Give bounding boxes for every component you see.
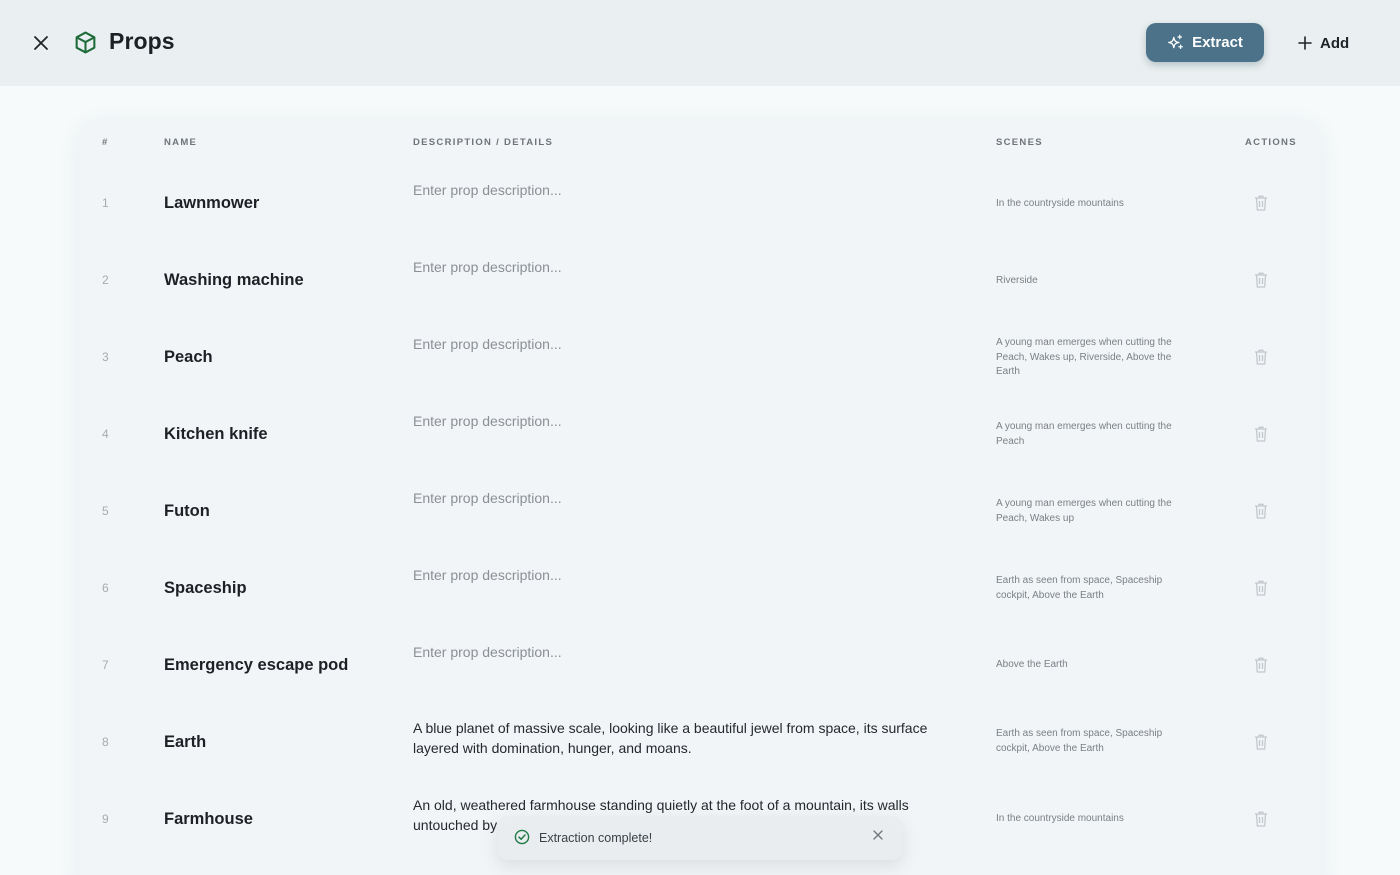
prop-scenes: Riverside bbox=[996, 275, 1038, 286]
table-row: 8 Earth A blue planet of massive scale, … bbox=[79, 704, 1321, 781]
prop-name[interactable]: Farmhouse bbox=[164, 810, 253, 829]
row-number: 1 bbox=[102, 196, 109, 210]
prop-description-input[interactable]: Enter prop description... bbox=[413, 412, 953, 432]
extraction-toast: Extraction complete! bbox=[498, 816, 902, 860]
trash-icon[interactable] bbox=[1253, 425, 1269, 443]
close-button[interactable] bbox=[28, 30, 54, 56]
trash-icon[interactable] bbox=[1253, 656, 1269, 674]
prop-name[interactable]: Earth bbox=[164, 733, 206, 752]
prop-description-input[interactable]: Enter prop description... bbox=[413, 181, 953, 201]
extract-label: Extract bbox=[1192, 34, 1243, 51]
column-header-name: NAME bbox=[164, 137, 198, 148]
table-row: 4 Kitchen knife Enter prop description..… bbox=[79, 396, 1321, 473]
prop-name[interactable]: Spaceship bbox=[164, 579, 247, 598]
row-number: 7 bbox=[102, 658, 109, 672]
trash-icon[interactable] bbox=[1253, 810, 1269, 828]
prop-scenes: In the countryside mountains bbox=[996, 198, 1124, 209]
check-circle-icon bbox=[514, 829, 530, 845]
column-header-actions: ACTIONS bbox=[1245, 137, 1297, 148]
prop-scenes: A young man emerges when cutting the Pea… bbox=[996, 337, 1172, 377]
row-number: 4 bbox=[102, 427, 109, 441]
add-button[interactable]: Add bbox=[1298, 28, 1349, 58]
trash-icon[interactable] bbox=[1253, 271, 1269, 289]
row-number: 5 bbox=[102, 504, 109, 518]
table-row: 3 Peach Enter prop description... A youn… bbox=[79, 319, 1321, 396]
column-header-description: DESCRIPTION / DETAILS bbox=[413, 137, 554, 148]
column-header-scenes: SCENES bbox=[996, 137, 1043, 148]
row-number: 3 bbox=[102, 350, 109, 364]
column-header-number: # bbox=[102, 137, 109, 148]
table-row: 2 Washing machine Enter prop description… bbox=[79, 242, 1321, 319]
add-label: Add bbox=[1320, 34, 1350, 52]
prop-description-input[interactable]: Enter prop description... bbox=[413, 643, 953, 663]
prop-scenes: A young man emerges when cutting the Pea… bbox=[996, 498, 1172, 524]
trash-icon[interactable] bbox=[1253, 579, 1269, 597]
table-row: 7 Emergency escape pod Enter prop descri… bbox=[79, 627, 1321, 704]
row-number: 6 bbox=[102, 581, 109, 595]
prop-description-input[interactable]: Enter prop description... bbox=[413, 566, 953, 586]
box-icon bbox=[75, 31, 96, 54]
prop-scenes: A young man emerges when cutting the Pea… bbox=[996, 421, 1172, 447]
prop-name[interactable]: Lawnmower bbox=[164, 194, 259, 213]
table-row: 1 Lawnmower Enter prop description... In… bbox=[79, 165, 1321, 242]
row-number: 2 bbox=[102, 273, 109, 287]
table-row: 6 Spaceship Enter prop description... Ea… bbox=[79, 550, 1321, 627]
prop-scenes: In the countryside mountains bbox=[996, 813, 1124, 824]
close-icon[interactable] bbox=[871, 828, 885, 842]
page-title: Props bbox=[109, 28, 175, 54]
trash-icon[interactable] bbox=[1253, 348, 1269, 366]
trash-icon[interactable] bbox=[1253, 502, 1269, 520]
trash-icon[interactable] bbox=[1253, 194, 1269, 212]
table-row: 5 Futon Enter prop description... A youn… bbox=[79, 473, 1321, 550]
top-bar: Props Extract Add bbox=[0, 0, 1400, 86]
row-number: 8 bbox=[102, 735, 109, 749]
prop-name[interactable]: Emergency escape pod bbox=[164, 656, 348, 675]
toast-message: Extraction complete! bbox=[539, 831, 653, 845]
row-number: 9 bbox=[102, 812, 109, 826]
prop-name[interactable]: Washing machine bbox=[164, 271, 304, 290]
extract-button[interactable]: Extract bbox=[1146, 23, 1264, 62]
prop-name[interactable]: Peach bbox=[164, 348, 213, 367]
sparkle-icon bbox=[1168, 34, 1183, 50]
prop-description-input[interactable]: Enter prop description... bbox=[413, 489, 953, 509]
prop-description-input[interactable]: Enter prop description... bbox=[413, 258, 953, 278]
prop-description-input[interactable]: Enter prop description... bbox=[413, 335, 953, 355]
close-icon bbox=[34, 36, 48, 50]
prop-scenes: Earth as seen from space, Spaceship cock… bbox=[996, 728, 1163, 754]
trash-icon[interactable] bbox=[1253, 733, 1269, 751]
prop-name[interactable]: Futon bbox=[164, 502, 210, 521]
prop-name[interactable]: Kitchen knife bbox=[164, 425, 268, 444]
prop-scenes: Above the Earth bbox=[996, 659, 1068, 670]
prop-scenes: Earth as seen from space, Spaceship cock… bbox=[996, 575, 1163, 601]
plus-icon bbox=[1298, 36, 1312, 50]
prop-description-input[interactable]: A blue planet of massive scale, looking … bbox=[413, 719, 953, 758]
